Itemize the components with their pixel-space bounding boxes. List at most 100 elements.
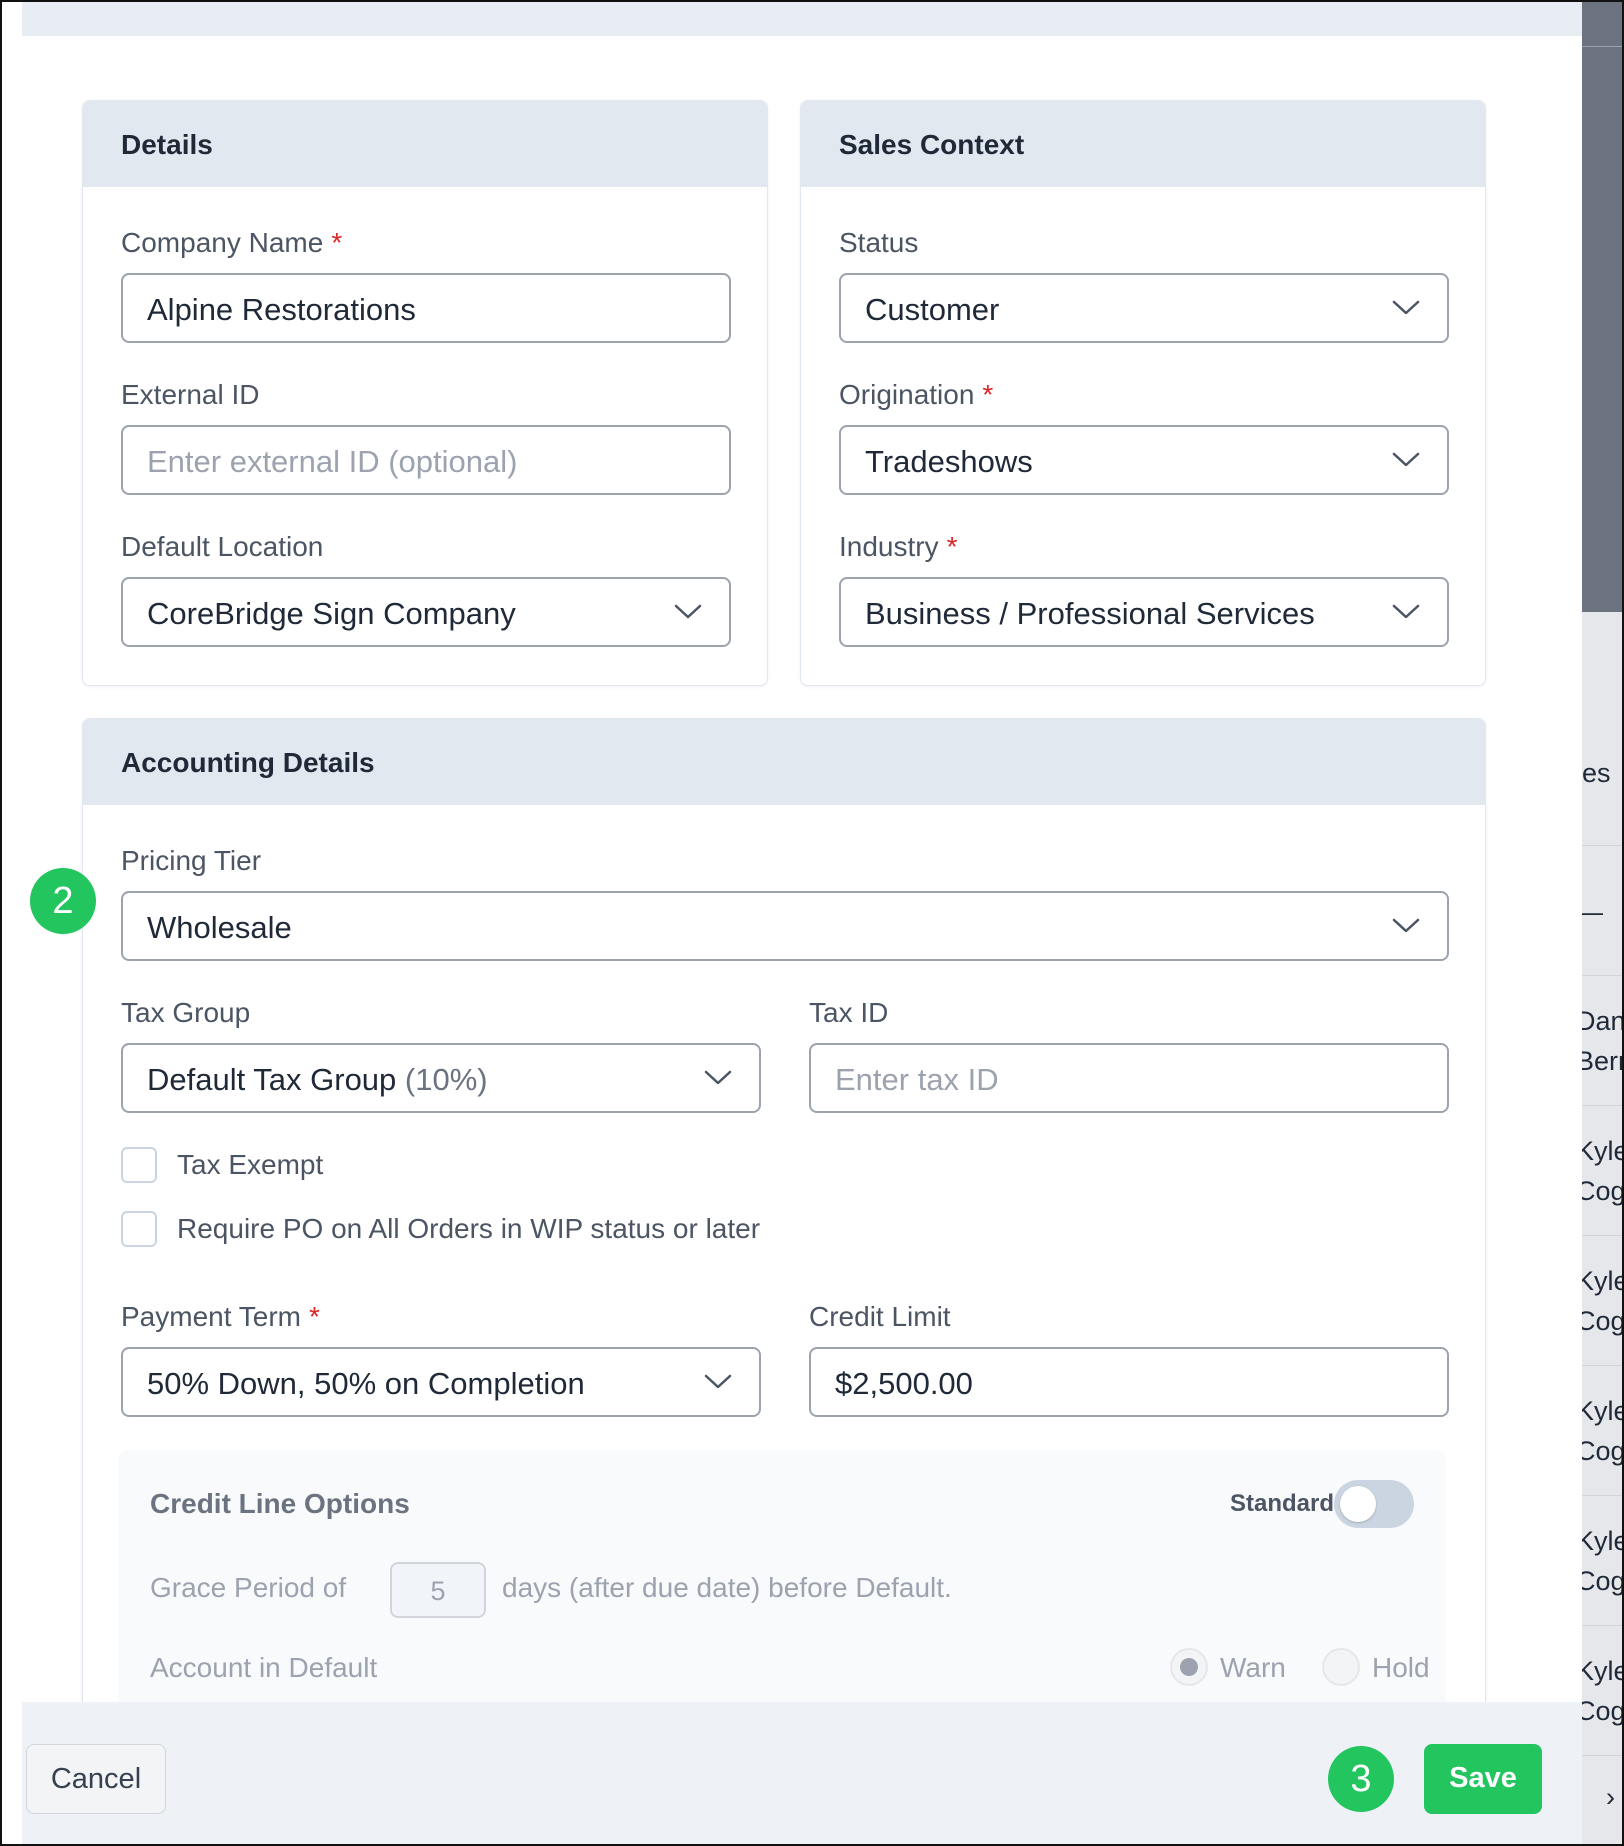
require-po-label: Require PO on All Orders in WIP status o… [177,1213,761,1244]
warn-label: Warn [1220,1652,1286,1683]
grace-period-prefix: Grace Period of [150,1572,347,1603]
hold-radio[interactable] [1322,1648,1360,1686]
sales-context-card: Sales Context Status Customer Originatio… [800,100,1486,686]
step-2-number: 2 [52,880,74,922]
grace-period-value: 5 [430,1576,446,1606]
industry-value: Business / Professional Services [865,596,1315,631]
status-label: Status [839,227,919,258]
save-button-label: Save [1449,1762,1517,1794]
background-row-text: Berr [1576,1046,1624,1076]
tax-group-rate: (10%) [404,1062,488,1097]
accounting-card-title: Accounting Details [121,747,375,778]
account-in-default-label: Account in Default [150,1652,378,1683]
standard-toggle[interactable] [1334,1480,1414,1528]
payment-term-select[interactable]: 50% Down, 50% on Completion [121,1347,761,1417]
tax-exempt-checkbox[interactable] [121,1147,157,1183]
background-row-divider [1582,1365,1622,1366]
background-row-divider [1582,1235,1622,1236]
sales-context-card-title: Sales Context [839,129,1025,160]
details-card: Details Company Name * Alpine Restoration… [82,100,768,686]
background-row-text: Cog [1576,1566,1624,1596]
status-select[interactable]: Customer [839,273,1449,343]
grace-period-input[interactable]: 5 [390,1562,486,1618]
grace-period-suffix: days (after due date) before Default. [502,1572,952,1603]
pricing-tier-label: Pricing Tier [121,845,262,876]
hold-label: Hold [1372,1652,1430,1683]
background-row-divider [1582,975,1622,976]
background-row-divider [1582,845,1622,846]
credit-limit-input[interactable]: $2,500.00 [809,1347,1449,1417]
company-name-label: Company Name * [121,227,342,259]
tax-group-name: Default Tax Group [147,1062,397,1097]
pricing-tier-select[interactable]: Wholesale [121,891,1449,961]
accounting-card-header: Accounting Details [83,719,1485,805]
chevron-down-icon [704,1070,732,1085]
cancel-button-label: Cancel [50,1763,142,1795]
background-row-text: Cog [1576,1176,1624,1206]
background-row-text: Cog [1576,1696,1624,1726]
credit-limit-label: Credit Limit [809,1301,951,1332]
external-id-input[interactable]: Enter external ID (optional) [121,425,731,495]
payment-term-label-text: Payment Term [121,1301,301,1332]
external-id-placeholder: Enter external ID (optional) [147,444,518,479]
origination-label: Origination * [839,379,993,411]
tax-id-placeholder: Enter tax ID [835,1062,999,1097]
tax-id-label: Tax ID [809,997,889,1028]
tax-group-select[interactable]: Default Tax Group (10%) [121,1043,761,1113]
origination-value: Tradeshows [865,444,1033,479]
required-marker: * [309,1301,320,1332]
origination-label-text: Origination [839,379,975,410]
default-location-value: CoreBridge Sign Company [147,596,516,631]
cancel-button[interactable]: Cancel [26,1744,166,1814]
details-card-header: Details [83,101,767,187]
background-chevron-icon[interactable]: › [1606,1782,1615,1813]
industry-label: Industry * [839,531,958,563]
payment-term-label: Payment Term * [121,1301,320,1333]
chevron-down-icon [1392,452,1420,467]
standard-toggle-label: Standard [1230,1490,1335,1517]
credit-limit-value: $2,500.00 [835,1366,973,1401]
background-row-divider [1582,1625,1622,1626]
radio-selected-dot [1180,1658,1198,1676]
screenshot-frame: les — Dan Berr Kyle Cog Kyle Cog Kyle Co… [0,0,1624,1846]
background-row-text: Kyle [1576,1136,1624,1166]
save-button[interactable]: Save [1424,1744,1542,1814]
origination-select[interactable]: Tradeshows [839,425,1449,495]
step-3-badge: 3 [1328,1746,1394,1812]
required-marker: * [946,531,958,562]
sales-context-card-header: Sales Context [801,101,1485,187]
company-name-label-text: Company Name [121,227,324,258]
tax-exempt-label: Tax Exempt [177,1149,324,1180]
industry-select[interactable]: Business / Professional Services [839,577,1449,647]
background-row-text: Kyle [1576,1656,1624,1686]
required-marker: * [331,227,343,258]
company-name-value: Alpine Restorations [147,292,416,327]
background-row-text: Kyle [1576,1266,1624,1296]
company-name-input[interactable]: Alpine Restorations [121,273,731,343]
default-location-select[interactable]: CoreBridge Sign Company [121,577,731,647]
chevron-down-icon [704,1374,732,1389]
modal-top-bar [22,2,1582,36]
payment-term-value: 50% Down, 50% on Completion [147,1366,585,1401]
credit-line-title: Credit Line Options [150,1488,410,1519]
industry-label-text: Industry [839,531,939,562]
background-row-divider [1582,1755,1622,1756]
default-location-label: Default Location [121,531,324,562]
require-po-checkbox[interactable] [121,1211,157,1247]
chevron-down-icon [1392,918,1420,933]
tax-id-input[interactable]: Enter tax ID [809,1043,1449,1113]
background-row-text: Cog [1576,1306,1624,1336]
required-marker: * [982,379,994,410]
background-row-text: Dan [1576,1006,1624,1036]
chevron-down-icon [1392,604,1420,619]
step-3-number: 3 [1350,1758,1372,1800]
pricing-tier-value: Wholesale [147,910,292,945]
tax-group-value: Default Tax Group (10%) [147,1062,488,1098]
background-row-text: Cog [1576,1436,1624,1466]
warn-radio[interactable] [1170,1648,1208,1686]
chevron-down-icon [1392,300,1420,315]
tax-group-label: Tax Group [121,997,251,1028]
details-card-title: Details [121,129,213,160]
toggle-knob [1340,1486,1376,1522]
background-row-text: Kyle [1576,1396,1624,1426]
